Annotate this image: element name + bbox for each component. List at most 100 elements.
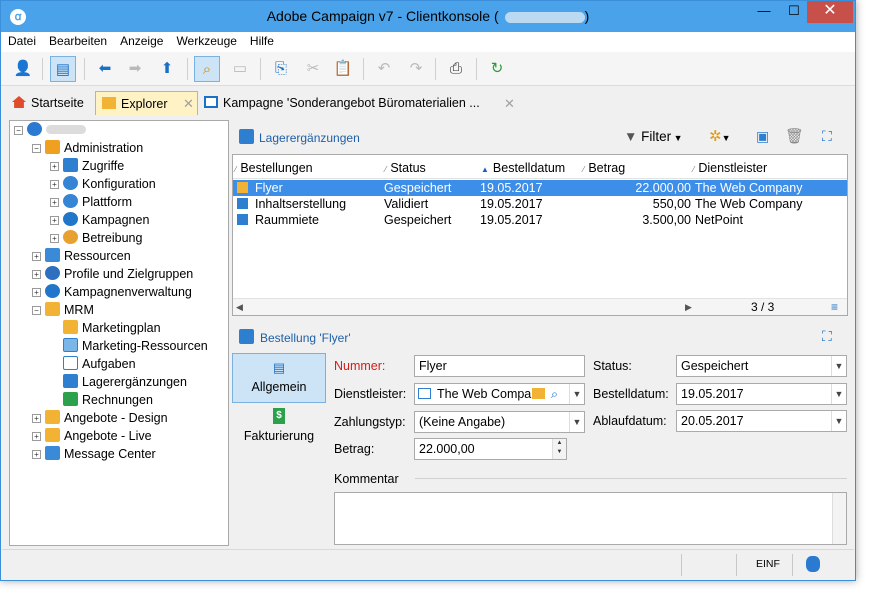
new-item-gear-icon[interactable]: ✲▼: [709, 127, 731, 145]
folder-up-icon[interactable]: ⬆: [154, 56, 180, 82]
chevron-down-icon[interactable]: ▼: [569, 384, 584, 404]
close-tab-icon[interactable]: ✕: [183, 96, 194, 112]
column-header-betrag[interactable]: ⁄ Betrag: [583, 161, 625, 175]
tab-fakturierung[interactable]: $ Fakturierung: [232, 408, 326, 458]
tree-angebote-design[interactable]: + Angebote - Design: [32, 409, 168, 427]
home-icon: [12, 96, 26, 108]
status-label: Status:: [593, 359, 632, 373]
campaign-icon: [204, 96, 218, 108]
chevron-down-icon[interactable]: ▼: [831, 356, 846, 376]
ablaufdatum-field[interactable]: 20.05.2017 ▼: [676, 410, 847, 432]
tree-angebote-live[interactable]: + Angebote - Live: [32, 427, 152, 445]
menu-werkzeuge[interactable]: Werkzeuge: [169, 32, 242, 48]
zahlungstyp-select[interactable]: (Keine Angabe) ▼: [414, 411, 585, 433]
list-title: Lagerergänzungen: [259, 131, 360, 145]
copy-icon[interactable]: ⎘: [268, 56, 294, 82]
tree-aufgaben[interactable]: Aufgaben: [63, 355, 136, 373]
stepper-icon[interactable]: ▲ ▼: [552, 439, 566, 459]
forward-arrow-icon[interactable]: ➡: [122, 56, 148, 82]
minimize-button[interactable]: —: [750, 1, 778, 23]
chevron-down-icon[interactable]: ▼: [569, 412, 584, 432]
tree-administration[interactable]: − Administration: [32, 139, 143, 157]
column-header-status[interactable]: ⁄ Status: [385, 161, 426, 175]
campaign-icon: [45, 284, 60, 298]
tree-konfiguration[interactable]: + Konfiguration: [50, 175, 156, 193]
search-icon[interactable]: ⌕: [551, 384, 558, 404]
blurred-root-name: [46, 125, 86, 134]
folder-icon[interactable]: ▭: [227, 56, 253, 82]
refresh-icon[interactable]: ↻: [484, 56, 510, 82]
tree-root[interactable]: −: [14, 121, 86, 139]
campaign-icon: [63, 212, 78, 226]
orders-grid: ⁄ Bestellungen ⁄ Status ▲ Bestelldatum ⁄ Bet…: [232, 154, 848, 316]
explorer-view-icon[interactable]: ▤: [50, 56, 76, 82]
undo-icon[interactable]: ↶: [371, 56, 397, 82]
tree-betreibung[interactable]: + Betreibung: [50, 229, 142, 247]
duplicate-icon[interactable]: ▣: [756, 128, 769, 145]
database-icon[interactable]: [806, 556, 820, 572]
table-row[interactable]: Inhaltserstellung Validiert 19.05.2017 5…: [233, 196, 847, 212]
order-icon: [239, 329, 254, 344]
kommentar-textarea[interactable]: [334, 492, 847, 545]
close-window-button[interactable]: ✕: [807, 1, 853, 23]
nummer-field[interactable]: Flyer: [414, 355, 585, 377]
tree-profile[interactable]: + Profile und Zielgruppen: [32, 265, 193, 283]
task-icon: [63, 356, 78, 370]
detail-title: Bestellung 'Flyer': [260, 331, 351, 345]
table-row[interactable]: Raummiete Gespeichert 19.05.2017 3.500,0…: [233, 212, 847, 228]
column-header-bestelldatum[interactable]: ▲ Bestelldatum: [481, 161, 565, 175]
tree-zugriffe[interactable]: + Zugriffe: [50, 157, 124, 175]
status-select[interactable]: Gespeichert ▼: [676, 355, 847, 377]
back-arrow-icon[interactable]: ⬅: [92, 56, 118, 82]
grid-footer: ◀ ▶ 3 / 3 ≡: [233, 298, 847, 315]
tab-startseite[interactable]: Startseite: [6, 91, 94, 115]
folder-icon: [45, 302, 60, 316]
scroll-right-icon[interactable]: ▶: [685, 299, 692, 315]
scroll-left-icon[interactable]: ◀: [236, 299, 243, 315]
column-header-dienstleister[interactable]: ⁄ Dienstleister: [693, 161, 767, 175]
bestelldatum-field[interactable]: 19.05.2017 ▼: [676, 383, 847, 405]
access-icon: [63, 158, 78, 172]
invoice-icon: $: [273, 408, 285, 424]
tab-allgemein[interactable]: ▤ Allgemein: [232, 353, 326, 403]
filter-button[interactable]: ▼ Filter ▼: [624, 127, 683, 147]
chevron-down-icon[interactable]: ▼: [831, 411, 846, 431]
tree-lagererg[interactable]: Lagerergänzungen: [63, 373, 187, 391]
betrag-field[interactable]: 22.000,00 ▲ ▼: [414, 438, 567, 460]
menu-datei[interactable]: Datei: [1, 32, 42, 48]
scrollbar[interactable]: [832, 493, 846, 544]
menu-hilfe[interactable]: Hilfe: [243, 32, 280, 48]
chevron-down-icon[interactable]: ▼: [831, 384, 846, 404]
tree-rechnungen[interactable]: Rechnungen: [63, 391, 153, 409]
search-folder-icon[interactable]: ⌕: [194, 56, 220, 82]
menu-anzeige[interactable]: Anzeige: [113, 32, 169, 48]
maximize-panel-icon[interactable]: ⛶: [822, 128, 832, 145]
delete-icon[interactable]: 🗑: [785, 127, 804, 145]
folder-icon[interactable]: [532, 388, 545, 399]
tree-mrm[interactable]: − MRM: [32, 301, 94, 319]
tab-campaign[interactable]: Kampagne 'Sonderangebot Büromaterialien …: [198, 91, 498, 115]
tree-marketingplan[interactable]: Marketingplan: [63, 319, 161, 337]
menu-bearbeiten[interactable]: Bearbeiten: [42, 32, 113, 48]
tree-message-center[interactable]: + Message Center: [32, 445, 156, 463]
tree-plattform[interactable]: + Plattform: [50, 193, 132, 211]
stock-icon: [63, 374, 78, 388]
maximize-panel-icon[interactable]: ⛶: [822, 328, 832, 345]
grid-header: ⁄ Bestellungen ⁄ Status ▲ Bestelldatum ⁄ Bet…: [233, 155, 847, 179]
table-row[interactable]: Flyer Gespeichert 19.05.2017 22.000,00 T…: [233, 180, 847, 196]
cut-icon[interactable]: ✂: [300, 56, 326, 82]
print-icon[interactable]: ⎙: [443, 56, 469, 82]
tree-kampagnenverwaltung[interactable]: + Kampagnenverwaltung: [32, 283, 192, 301]
new-user-icon[interactable]: 👤: [10, 56, 36, 82]
stock-icon: [239, 129, 254, 144]
column-header-bestellungen[interactable]: ⁄ Bestellungen: [235, 161, 313, 175]
dienstleister-field[interactable]: The Web Compa ⌕ ▼: [414, 383, 585, 405]
close-tab-icon[interactable]: ✕: [504, 96, 515, 112]
grid-menu-icon[interactable]: ≡: [831, 299, 838, 315]
tree-kampagnen[interactable]: + Kampagnen: [50, 211, 149, 229]
tree-marketing-ressourcen[interactable]: Marketing-Ressourcen: [63, 337, 208, 355]
redo-icon[interactable]: ↷: [403, 56, 429, 82]
paste-icon[interactable]: 📋: [330, 56, 356, 82]
tree-ressourcen[interactable]: + Ressourcen: [32, 247, 131, 265]
maximize-button[interactable]: ☐: [780, 1, 808, 23]
